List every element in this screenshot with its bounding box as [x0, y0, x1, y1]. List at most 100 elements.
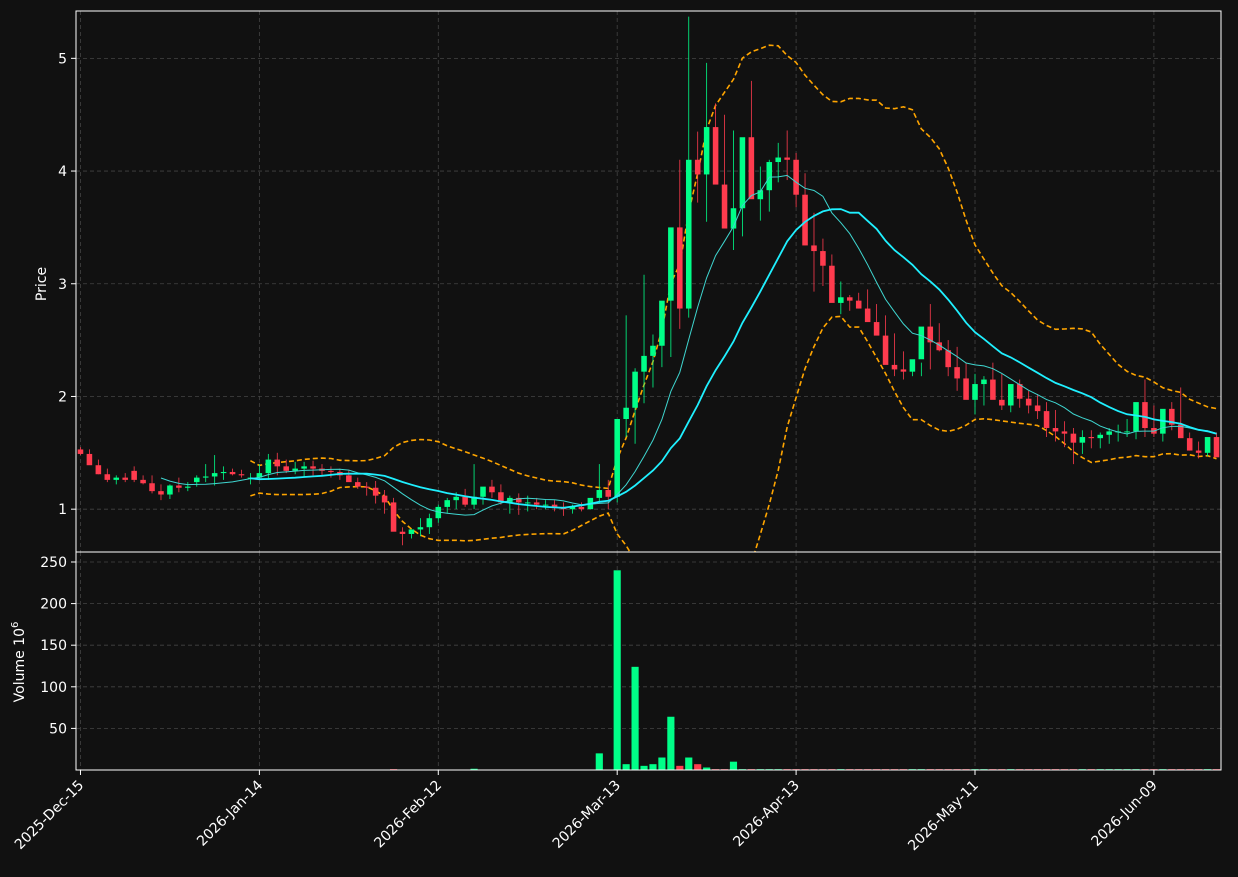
candle-body [829, 265, 835, 303]
volume-bar [613, 570, 621, 770]
candle-body [882, 335, 889, 365]
candle-body [265, 459, 272, 474]
candle-body [310, 466, 316, 469]
candle-body [480, 486, 486, 497]
candle-body [193, 477, 200, 483]
volume-grid [76, 552, 1221, 770]
candle-body [1106, 431, 1112, 435]
volume-axis-label: Volume 106 [10, 622, 28, 703]
volume-bar [622, 764, 630, 770]
volume-bar [667, 716, 675, 770]
candle-body [632, 371, 638, 408]
candle-body [408, 529, 415, 534]
candle-body [1052, 428, 1059, 432]
candle-body [202, 476, 209, 478]
volume-tick-label: 200 [40, 597, 67, 613]
candle-body [346, 475, 352, 483]
candle-body [668, 227, 674, 301]
panel-frames [75, 10, 1222, 771]
candle-body [185, 486, 191, 488]
candle-body [596, 490, 603, 498]
candle-body [981, 379, 987, 385]
candle-body [211, 473, 218, 477]
candle-body [766, 162, 773, 191]
candle-body [945, 350, 951, 368]
candle-body [891, 364, 898, 370]
price-tick-label: 2 [58, 389, 67, 405]
x-tick-label: 2026-Jan-14 [194, 777, 266, 849]
volume-bar [658, 757, 666, 770]
candle-body [793, 159, 799, 195]
candle-body [954, 367, 960, 379]
price-panel-frame [75, 10, 1222, 553]
candle-body [274, 459, 281, 467]
price-tick-label: 1 [58, 502, 67, 518]
candle-body [86, 453, 93, 466]
candle-body [784, 157, 790, 160]
candle-body [149, 483, 155, 492]
candle-body [999, 399, 1005, 406]
candle-body [918, 326, 925, 360]
candle-body [77, 449, 84, 454]
candle-body [1079, 437, 1086, 443]
candle-body [1025, 398, 1032, 406]
price-tick-label: 5 [58, 51, 67, 67]
candle-body [122, 477, 128, 480]
candle-body [1070, 433, 1077, 443]
volume-axis-exponent: 6 [10, 622, 21, 628]
candle-body [355, 482, 361, 487]
x-tick-label: 2026-Feb-12 [371, 778, 445, 852]
bollinger-upper-line [250, 44, 1217, 490]
volume-bar [649, 764, 657, 770]
candle-body [1213, 437, 1220, 458]
candlestick-chart: 1 2 3 4 5 50 100 150 200 250 2025-Dec-15 2026-Jan-1… [0, 0, 1238, 873]
candle-body [462, 496, 468, 505]
volume-bar [640, 765, 648, 770]
candle-body [363, 486, 370, 488]
candle-body [167, 485, 173, 495]
volume-tick-label: 50 [49, 721, 67, 737]
volume-bar [729, 761, 738, 770]
candle-body [372, 487, 379, 496]
candle-body [1142, 402, 1148, 429]
volume-panel-frame [75, 551, 1222, 771]
x-tick-label: 2026-Jun-09 [1088, 778, 1160, 850]
candle-body [524, 502, 531, 504]
candle-body [864, 308, 871, 323]
volume-axis-label-text: Volume 10 [12, 628, 28, 702]
price-grid [76, 11, 1221, 552]
candle-body [650, 345, 656, 356]
price-tick-label: 4 [58, 164, 67, 180]
candle-body [220, 471, 227, 474]
candle-body [578, 506, 585, 510]
candle-body [1186, 438, 1193, 451]
axis-ticks: 1 2 3 4 5 50 100 150 200 250 2025-Dec-15 2026-Jan-1… [12, 51, 1161, 854]
candle-body [1043, 411, 1050, 429]
candle-body [605, 490, 612, 497]
candle-body [95, 465, 102, 475]
candle-body [283, 466, 289, 471]
candle-body [659, 300, 665, 346]
candle-body [623, 407, 629, 420]
candle-body [721, 184, 728, 229]
candle-body [1124, 431, 1130, 433]
candle-body [453, 496, 459, 501]
x-tick-label: 2026-Apr-13 [730, 778, 803, 851]
candle-body [739, 137, 746, 209]
candle-body [712, 127, 719, 185]
candle-body [229, 471, 236, 475]
candle-body [1204, 437, 1211, 453]
candle-body [972, 384, 978, 400]
candle-body [873, 322, 880, 336]
volume-tick-label: 150 [40, 638, 67, 654]
candle-body [542, 504, 549, 506]
candle-body [685, 159, 692, 309]
candle-body [1088, 437, 1095, 439]
candle-body [811, 245, 817, 252]
candle-body [1097, 434, 1104, 439]
candle-body [775, 157, 781, 163]
x-tick-label: 2026-Mar-13 [550, 778, 624, 852]
candles [77, 16, 1220, 546]
volume-tick-label: 250 [40, 555, 67, 571]
candle-body [176, 485, 182, 488]
